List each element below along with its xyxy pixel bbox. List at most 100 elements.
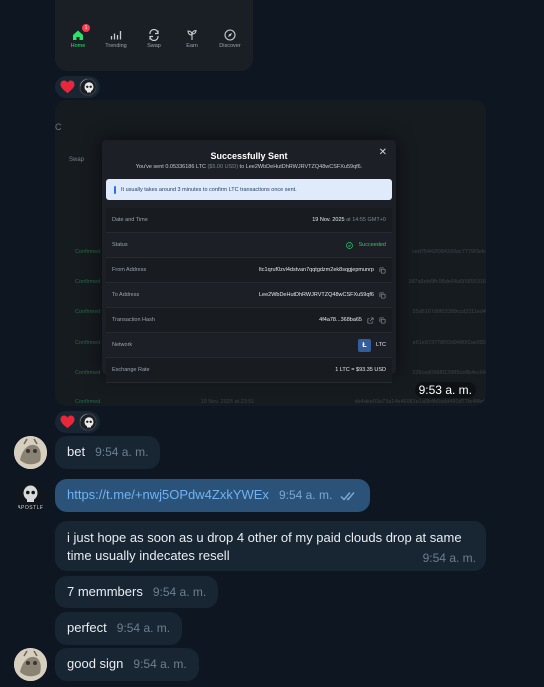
home-icon: 1 bbox=[72, 24, 90, 40]
message-reactions[interactable] bbox=[55, 411, 100, 433]
nav-label: Earn bbox=[186, 43, 198, 49]
detail-label: Transaction Hash bbox=[112, 317, 155, 323]
message-time: 9:54 a. m. bbox=[133, 657, 187, 671]
detail-label: To Address bbox=[112, 292, 140, 298]
time-value: at 14:55 GMT+0 bbox=[344, 217, 386, 223]
embedded-app-screenshot[interactable]: 1 Home Trending Swap Earn Discover bbox=[55, 0, 253, 71]
sprout-icon bbox=[186, 28, 198, 40]
message-bubble[interactable]: 7 memmbers 9:54 a. m. bbox=[55, 576, 219, 608]
info-banner: It usually takes around 3 minutes to con… bbox=[106, 179, 392, 200]
copy-icon bbox=[379, 267, 386, 273]
detail-label: Date and Time bbox=[112, 217, 148, 223]
bg-hash: ced75442f0842d3ac7779f3efc bbox=[411, 249, 486, 255]
bg-status: Confirmed bbox=[75, 370, 101, 376]
avatar-caption: APOSTLE bbox=[17, 505, 44, 511]
reactor-avatar bbox=[79, 413, 97, 431]
bg-hash: 329ced0968f13985ce8b4cc64 bbox=[412, 370, 486, 376]
detail-value: 19 Nov. 2025 at 14:55 GMT+0 bbox=[312, 217, 386, 223]
message-bubble-outgoing[interactable]: https://t.me/+nwj5OPdw4ZxkYWEx 9:54 a. m. bbox=[55, 479, 370, 512]
detail-label: Exchange Rate bbox=[112, 367, 150, 373]
message-text: i just hope as soon as u drop 4 other of… bbox=[67, 530, 462, 563]
info-marker-icon bbox=[114, 185, 116, 194]
bg-status: Confirmed bbox=[75, 279, 101, 285]
bg-date: 19 Nov. 2025 at 23:51 bbox=[200, 399, 255, 405]
modal-title: Successfully Sent bbox=[210, 151, 288, 161]
bg-status: Confirmed bbox=[75, 249, 101, 255]
message-text: perfect bbox=[67, 620, 107, 635]
double-check-icon bbox=[340, 491, 355, 501]
nav-label: Trending bbox=[105, 43, 127, 49]
nav-item-earn: Earn bbox=[173, 28, 211, 56]
bg-status: Confirmed bbox=[75, 340, 101, 346]
success-modal: Successfully Sent ✕ You've sent 0.053361… bbox=[102, 140, 396, 383]
bg-hash: 387a5eb6ffc98de64a5f5855316 bbox=[408, 279, 486, 285]
detail-row-status: Status Succeeded bbox=[106, 233, 392, 258]
info-text: It usually takes around 3 minutes to con… bbox=[121, 186, 297, 193]
subtitle-usd: ($5.00 USD) bbox=[207, 164, 239, 170]
detail-value: 4f4a78...368ba65 bbox=[319, 317, 386, 324]
nav-item-home: 1 Home bbox=[59, 24, 97, 56]
bg-status: Confirmed bbox=[75, 399, 101, 405]
message-bubble[interactable]: bet 9:54 a. m. bbox=[55, 436, 161, 469]
message-time: 9:54 a. m. bbox=[95, 445, 149, 459]
message-time: 9:54 a. m. bbox=[278, 488, 333, 502]
check-circle-icon bbox=[346, 241, 354, 249]
detail-value: 1 LTC = $93.35 USD bbox=[335, 367, 386, 373]
nav-label: Swap bbox=[147, 43, 161, 49]
heart-icon[interactable] bbox=[58, 413, 76, 431]
nav-item-trending: Trending bbox=[97, 28, 135, 56]
reactor-avatar bbox=[79, 78, 97, 96]
avatar[interactable] bbox=[14, 436, 47, 469]
nav-item-discover: Discover bbox=[211, 28, 249, 56]
message-text: bet bbox=[67, 444, 86, 459]
external-link-icon bbox=[367, 317, 374, 323]
copy-icon bbox=[379, 292, 386, 298]
bg-hash: e61e973778f03d9480f2ae082 bbox=[412, 340, 486, 346]
message-time: 9:53 a. m. bbox=[414, 382, 476, 398]
compass-icon bbox=[224, 28, 236, 41]
message-bubble[interactable]: good sign 9:54 a. m. bbox=[55, 648, 199, 681]
message-reactions[interactable] bbox=[55, 76, 100, 98]
app-bottom-nav: 1 Home Trending Swap Earn Discover bbox=[55, 24, 253, 56]
transaction-screenshot-photo[interactable]: C Swap Confirmed ced75442f0842d3ac7779f3… bbox=[55, 100, 486, 406]
photo-header-letter: C bbox=[55, 122, 62, 132]
detail-row-date: Date and Time 19 Nov. 2025 at 14:55 GMT+… bbox=[106, 208, 392, 233]
litecoin-icon: Ł bbox=[358, 338, 372, 352]
photo-swap-label: Swap bbox=[69, 157, 85, 163]
detail-label: Network bbox=[112, 342, 133, 348]
bg-hash: de4dee03a73a14e46981e1a9b4b5edd491d77fe4… bbox=[354, 399, 486, 405]
detail-row-to: To Address Lee2WbDeHutDhRWJRVTZQ48wCSFXu… bbox=[106, 283, 392, 308]
transaction-hash: 4f4a78...368ba65 bbox=[319, 317, 362, 323]
detail-row-hash: Transaction Hash 4f4a78...368ba65 bbox=[106, 308, 392, 333]
message-text: good sign bbox=[67, 656, 124, 671]
detail-row-from: From Address ltc1qruf0zvl4dstvan7qqtgdzm… bbox=[106, 258, 392, 283]
message-time: 9:54 a. m. bbox=[422, 551, 476, 565]
modal-subtitle: You've sent 0.05336186 LTC ($5.00 USD) t… bbox=[102, 164, 396, 170]
avatar[interactable] bbox=[14, 648, 47, 681]
message-time: 9:54 a. m. bbox=[116, 621, 171, 635]
message-bubble[interactable]: perfect 9:54 a. m. bbox=[55, 612, 183, 645]
bg-status: Confirmed bbox=[75, 309, 101, 315]
notification-badge: 1 bbox=[82, 24, 90, 32]
avatar[interactable]: APOSTLE bbox=[14, 480, 47, 513]
detail-label: Status bbox=[112, 242, 128, 248]
message-link[interactable]: https://t.me/+nwj5OPdw4ZxkYWEx bbox=[67, 487, 269, 502]
bg-hash: 55d6167d0f03389ccd3111ed4 bbox=[412, 309, 486, 315]
detail-label: From Address bbox=[112, 267, 147, 273]
swap-icon bbox=[148, 28, 160, 42]
detail-value: Succeeded bbox=[346, 241, 386, 249]
detail-value: Lee2WbDeHutDhRWJRVTZQ48wCSFXu59qf6 bbox=[259, 292, 386, 299]
transaction-details: Date and Time 19 Nov. 2025 at 14:55 GMT+… bbox=[106, 208, 392, 383]
bg-transaction-row: Confirmed 19 Nov. 2025 at 23:51 de4dee03… bbox=[75, 399, 486, 405]
subtitle-amount: You've sent 0.05336186 LTC bbox=[135, 164, 208, 170]
exchange-rate-value: 1 LTC = $93.35 USD bbox=[335, 367, 386, 373]
message-bubble[interactable]: i just hope as soon as u drop 4 other of… bbox=[55, 521, 486, 571]
detail-value: Ł LTC bbox=[358, 338, 386, 352]
status-value: Succeeded bbox=[358, 242, 386, 248]
nav-item-swap: Swap bbox=[135, 28, 173, 56]
message-time: 9:54 a. m. bbox=[152, 585, 207, 599]
chart-icon bbox=[110, 28, 122, 40]
copy-icon bbox=[379, 317, 386, 323]
nav-label: Home bbox=[70, 43, 86, 49]
heart-icon[interactable] bbox=[58, 78, 76, 96]
